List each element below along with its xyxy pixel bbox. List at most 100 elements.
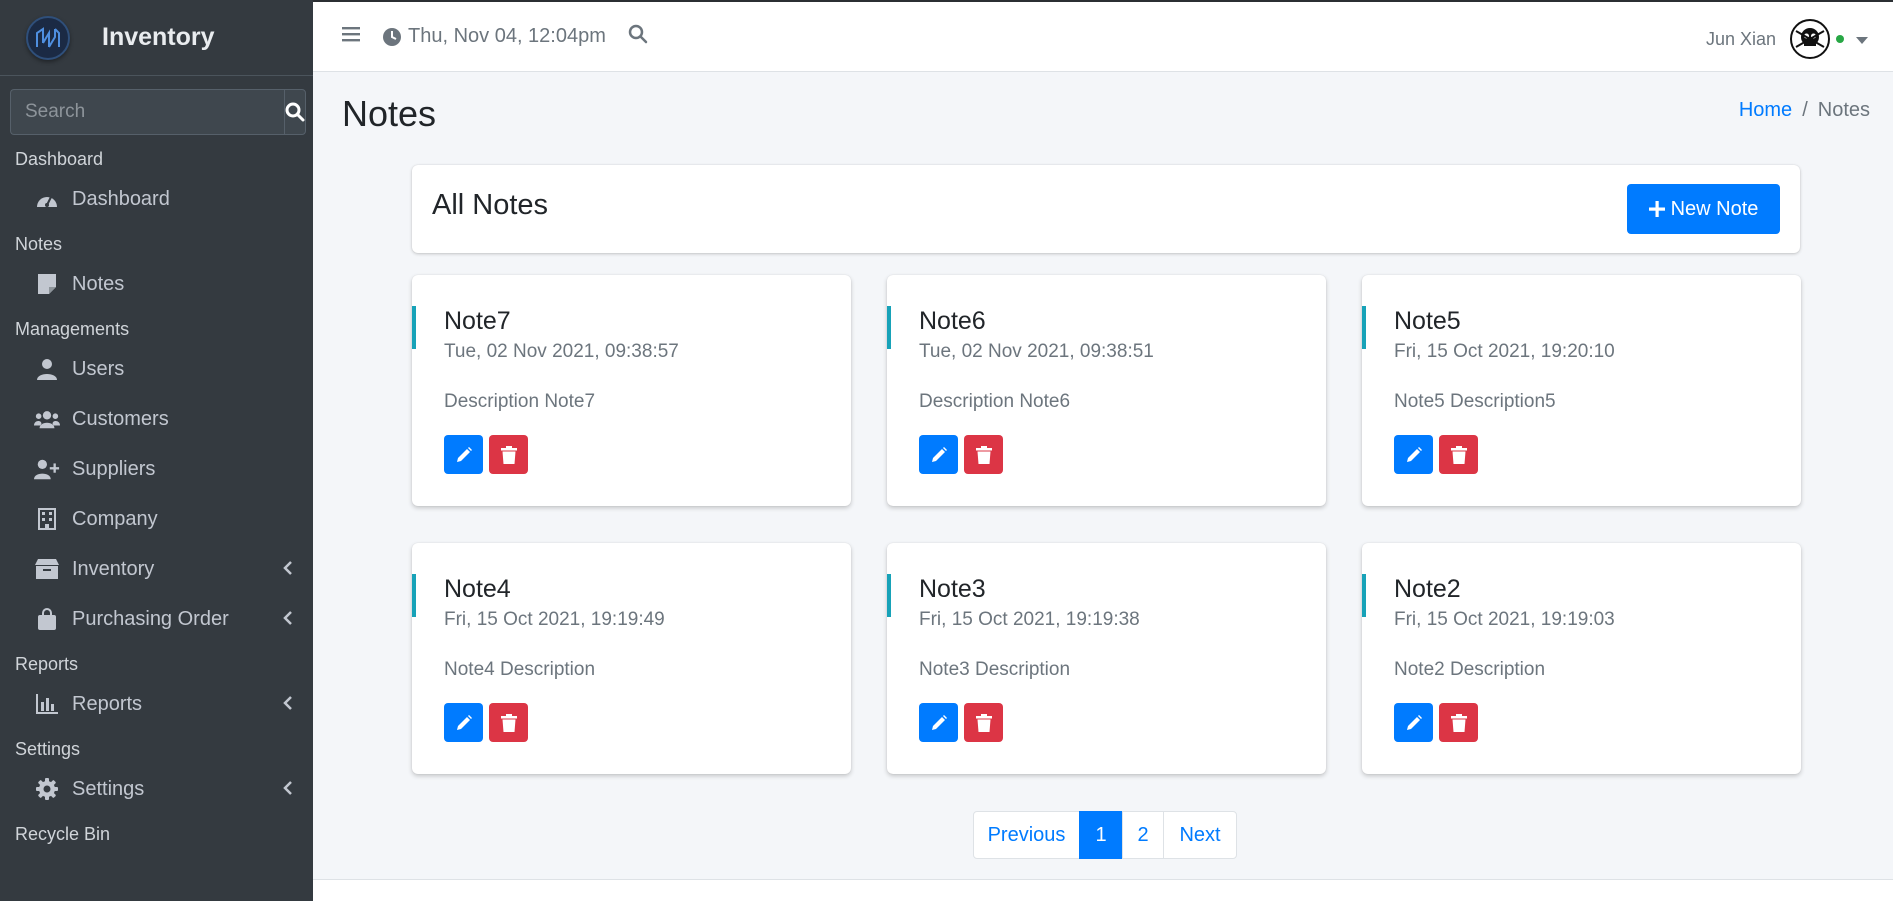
delete-note-button[interactable]: [489, 435, 528, 474]
note-card: Note2 Fri, 15 Oct 2021, 19:19:03 Note2 D…: [1362, 543, 1801, 774]
note-description: Description Note7: [444, 391, 596, 412]
pencil-icon: [1406, 446, 1422, 462]
card-accent: [412, 574, 416, 617]
sidebar-item-inventory[interactable]: Inventory: [0, 544, 313, 594]
delete-note-button[interactable]: [1439, 435, 1478, 474]
pagination-next[interactable]: Next: [1163, 811, 1237, 859]
footer: [313, 879, 1893, 901]
delete-note-button[interactable]: [964, 703, 1003, 742]
topbar: Thu, Nov 04, 12:04pm Jun Xian: [313, 0, 1893, 72]
building-icon: [34, 506, 60, 532]
edit-note-button[interactable]: [444, 703, 483, 742]
edit-note-button[interactable]: [444, 435, 483, 474]
sidebar-item-label: Users: [72, 357, 125, 380]
pencil-icon: [456, 714, 472, 730]
dashboard-gauge-icon: [34, 186, 60, 212]
sidebar-item-reports[interactable]: Reports: [0, 679, 313, 729]
sidebar-item-label: Suppliers: [72, 457, 156, 480]
datetime-display: Thu, Nov 04, 12:04pm: [382, 25, 606, 48]
edit-note-button[interactable]: [1394, 435, 1433, 474]
sidebar-item-label: Inventory: [72, 557, 155, 580]
sidebar-item-dashboard[interactable]: Dashboard: [0, 174, 313, 224]
users-icon: [34, 406, 60, 432]
notes-header-card: All Notes New Note: [412, 165, 1800, 253]
new-note-button[interactable]: New Note: [1627, 184, 1780, 234]
user-name: Jun Xian: [1705, 28, 1776, 49]
breadcrumb-home-link[interactable]: Home: [1739, 99, 1792, 121]
breadcrumb-separator: /: [1802, 99, 1808, 121]
card-accent: [1362, 574, 1366, 617]
chevron-left-icon: [283, 559, 293, 582]
pagination-page-1[interactable]: 1: [1079, 811, 1123, 859]
trash-icon: [975, 445, 992, 464]
hamburger-menu-icon[interactable]: [342, 26, 362, 47]
note-card: Note3 Fri, 15 Oct 2021, 19:19:38 Note3 D…: [887, 543, 1326, 774]
search-icon: [285, 102, 305, 122]
note-title: Note6: [919, 307, 986, 335]
pagination: Previous 1 2 Next: [973, 811, 1237, 859]
user-icon: [34, 356, 60, 382]
nav-header-notes: Notes: [15, 234, 63, 254]
sidebar-item-label: Purchasing Order: [72, 607, 229, 630]
pencil-icon: [1406, 714, 1422, 730]
sidebar-item-settings[interactable]: Settings: [0, 764, 313, 814]
plus-icon: [1648, 201, 1665, 217]
note-card: Note5 Fri, 15 Oct 2021, 19:20:10 Note5 D…: [1362, 275, 1801, 506]
chevron-left-icon: [283, 609, 293, 632]
note-date: Fri, 15 Oct 2021, 19:19:49: [444, 609, 665, 630]
sidebar-search-input[interactable]: [10, 89, 284, 135]
note-card: Note4 Fri, 15 Oct 2021, 19:19:49 Note4 D…: [412, 543, 851, 774]
trash-icon: [500, 445, 517, 464]
clock-icon: [383, 27, 401, 46]
box-icon: [34, 556, 60, 582]
nav-header-reports: Reports: [15, 654, 79, 674]
note-card: Note7 Tue, 02 Nov 2021, 09:38:57 Descrip…: [412, 275, 851, 506]
edit-note-button[interactable]: [919, 703, 958, 742]
note-description: Note4 Description: [444, 659, 596, 680]
card-accent: [887, 306, 891, 349]
note-title: Note2: [1394, 575, 1461, 603]
chart-bar-icon: [34, 691, 60, 717]
sidebar: Inventory Dashboard Dashboard Notes Note…: [0, 0, 313, 901]
note-card: Note6 Tue, 02 Nov 2021, 09:38:51 Descrip…: [887, 275, 1326, 506]
note-date: Fri, 15 Oct 2021, 19:19:38: [919, 609, 1140, 630]
user-menu[interactable]: Jun Xian: [1706, 19, 1868, 59]
sidebar-item-label: Customers: [72, 407, 169, 430]
sidebar-item-users[interactable]: Users: [0, 344, 313, 394]
datetime-text: Thu, Nov 04, 12:04pm: [408, 25, 606, 47]
note-title: Note3: [919, 575, 986, 603]
delete-note-button[interactable]: [964, 435, 1003, 474]
online-status-dot: [1836, 35, 1844, 43]
delete-note-button[interactable]: [489, 703, 528, 742]
caret-down-icon[interactable]: [1856, 29, 1868, 50]
sidebar-item-company[interactable]: Company: [0, 494, 313, 544]
breadcrumb-current: Notes: [1817, 99, 1870, 121]
note-description: Note2 Description: [1394, 659, 1546, 680]
search-icon[interactable]: [628, 24, 648, 49]
trash-icon: [1450, 445, 1467, 464]
note-date: Fri, 15 Oct 2021, 19:19:03: [1394, 609, 1615, 630]
avatar: [1790, 19, 1830, 59]
sidebar-item-notes[interactable]: Notes: [0, 259, 313, 309]
nav-header-settings: Settings: [15, 739, 81, 759]
pagination-page-2[interactable]: 2: [1122, 811, 1164, 859]
shopping-bag-icon: [34, 606, 60, 632]
nav-header-recycle-bin: Recycle Bin: [15, 824, 111, 844]
pagination-previous[interactable]: Previous: [973, 811, 1080, 859]
delete-note-button[interactable]: [1439, 703, 1478, 742]
edit-note-button[interactable]: [919, 435, 958, 474]
nav-header-managements: Managements: [15, 319, 130, 339]
sidebar-item-label: Company: [72, 507, 158, 530]
edit-note-button[interactable]: [1394, 703, 1433, 742]
sidebar-search-button[interactable]: [284, 89, 306, 135]
note-date: Fri, 15 Oct 2021, 19:20:10: [1394, 341, 1615, 362]
sidebar-item-customers[interactable]: Customers: [0, 394, 313, 444]
new-note-label: New Note: [1670, 197, 1759, 220]
sidebar-item-suppliers[interactable]: Suppliers: [0, 444, 313, 494]
brand[interactable]: Inventory: [0, 0, 313, 76]
note-description: Note3 Description: [919, 659, 1071, 680]
nav-header-dashboard: Dashboard: [15, 149, 104, 169]
pencil-icon: [931, 446, 947, 462]
sidebar-item-purchasing-order[interactable]: Purchasing Order: [0, 594, 313, 644]
chevron-left-icon: [283, 779, 293, 802]
